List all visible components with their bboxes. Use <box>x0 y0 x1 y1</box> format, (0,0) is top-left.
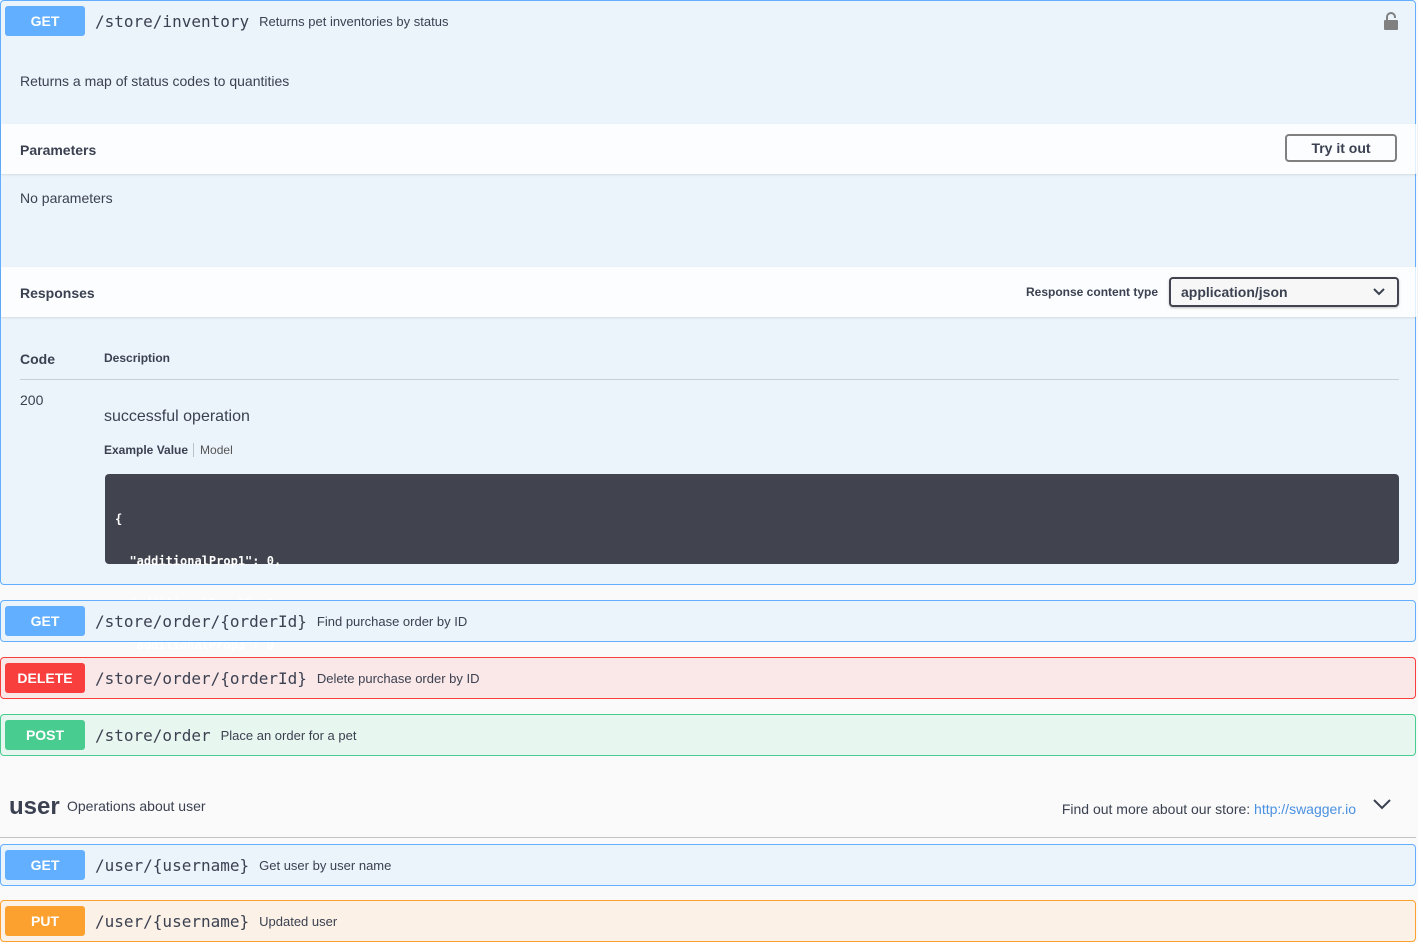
col-code-header: Code <box>20 351 55 367</box>
operation-path: /user/{username} <box>95 911 250 931</box>
example-tabs: Example Value Model <box>104 443 233 457</box>
opblock-summary[interactable]: DELETE /store/order/{orderId} Delete pur… <box>1 658 1415 698</box>
code-line: "additionalProp1": 0, <box>115 554 282 568</box>
operation-summary: Delete purchase order by ID <box>316 670 480 686</box>
method-badge: POST <box>5 720 85 750</box>
content-type-label: Response content type <box>1026 285 1159 299</box>
response-code: 200 <box>20 392 44 408</box>
no-parameters-text: No parameters <box>20 190 113 206</box>
responses-title: Responses <box>20 285 95 301</box>
opblock-summary[interactable]: GET /store/inventory Returns pet invento… <box>1 1 1415 41</box>
example-code-block: { "additionalProp1": 0, "additionalProp2… <box>105 474 1399 694</box>
tag-description: Operations about user <box>67 798 206 814</box>
method-badge: DELETE <box>5 663 85 693</box>
opblock-summary[interactable]: PUT /user/{username} Updated user <box>1 901 1415 941</box>
operation-path: /store/order <box>95 725 211 745</box>
opblock-get-order: GET /store/order/{orderId} Find purchase… <box>0 600 1416 642</box>
example-value-tab[interactable]: Example Value <box>104 443 195 457</box>
opblock-summary[interactable]: GET /store/order/{orderId} Find purchase… <box>1 601 1415 641</box>
operation-description: Returns a map of status codes to quantit… <box>20 73 290 89</box>
operation-summary: Returns pet inventories by status <box>259 13 449 29</box>
opblock-summary[interactable]: POST /store/order Place an order for a p… <box>1 715 1415 755</box>
operation-path: /store/order/{orderId} <box>95 668 307 688</box>
external-docs-label: Find out more about our store: <box>1061 801 1251 817</box>
opblock-store-inventory: GET /store/inventory Returns pet invento… <box>0 0 1417 694</box>
external-docs-link[interactable]: http://swagger.io <box>1254 801 1356 817</box>
method-badge: GET <box>5 6 85 36</box>
try-it-out-button[interactable]: Try it out <box>1285 134 1397 162</box>
responses-header: Responses Response content type applicat… <box>1 267 1417 317</box>
chevron-down-icon <box>1373 288 1385 296</box>
col-description-header: Description <box>104 351 171 365</box>
operation-summary: Find purchase order by ID <box>316 613 468 629</box>
operation-path: /store/order/{orderId} <box>95 611 307 631</box>
opblock-put-user: PUT /user/{username} Updated user <box>0 900 1416 942</box>
tag-name: user <box>9 793 60 820</box>
response-description: successful operation <box>104 408 250 425</box>
method-badge: GET <box>5 606 85 636</box>
code-line: { <box>115 512 123 526</box>
parameters-title: Parameters <box>20 142 97 158</box>
external-docs: Find out more about our store: http://sw… <box>1062 801 1356 817</box>
operation-path: /user/{username} <box>95 855 250 875</box>
content-type-select[interactable]: application/json <box>1169 277 1399 307</box>
operation-path: /store/inventory <box>95 11 250 31</box>
content-type-value: application/json <box>1181 284 1288 300</box>
lock-icon[interactable] <box>1383 11 1399 31</box>
opblock-delete-order: DELETE /store/order/{orderId} Delete pur… <box>0 657 1416 699</box>
chevron-down-icon[interactable] <box>1372 797 1392 811</box>
table-divider <box>20 379 1399 380</box>
tag-section-user[interactable]: user Operations about user Find out more… <box>0 775 1416 838</box>
operation-summary: Updated user <box>259 913 338 929</box>
parameters-header: Parameters Try it out <box>1 124 1417 174</box>
method-badge: GET <box>5 850 85 880</box>
opblock-get-user: GET /user/{username} Get user by user na… <box>0 844 1416 886</box>
method-badge: PUT <box>5 906 85 936</box>
operation-summary: Place an order for a pet <box>220 727 357 743</box>
opblock-summary[interactable]: GET /user/{username} Get user by user na… <box>1 845 1415 885</box>
opblock-post-order: POST /store/order Place an order for a p… <box>0 714 1416 756</box>
operation-summary: Get user by user name <box>259 857 392 873</box>
model-tab[interactable]: Model <box>194 443 233 457</box>
